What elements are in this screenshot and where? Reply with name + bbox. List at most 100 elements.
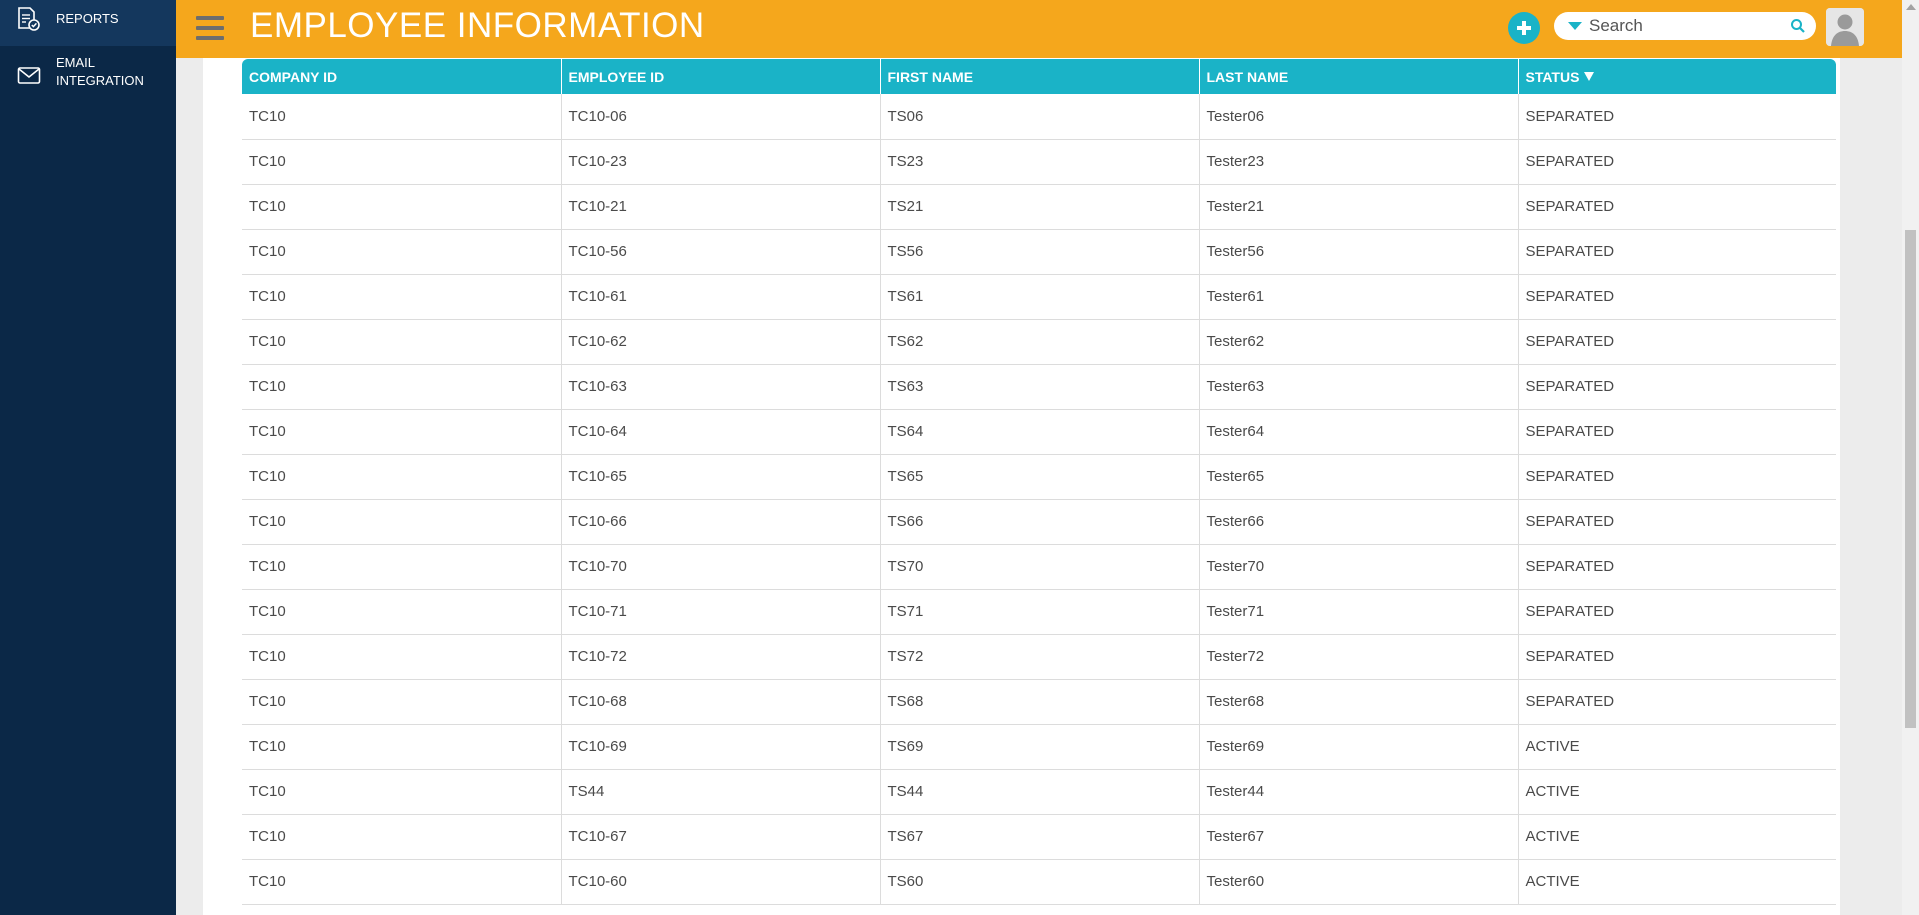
- cell-last-name: Tester67: [1199, 814, 1519, 860]
- envelope-icon: [16, 63, 42, 89]
- cell-status: SEPARATED: [1518, 274, 1836, 320]
- cell-first-name: TS65: [880, 454, 1200, 500]
- cell-last-name: Tester63: [1199, 364, 1519, 410]
- user-avatar[interactable]: [1826, 8, 1864, 46]
- table-row[interactable]: TC10 TC10-71 TS71 Tester71 SEPARATED: [242, 589, 1836, 635]
- table-row[interactable]: TC10 TC10-66 TS66 Tester66 SEPARATED: [242, 499, 1836, 545]
- cell-last-name: Tester06: [1199, 94, 1519, 140]
- cell-first-name: TS63: [880, 364, 1200, 410]
- cell-last-name: Tester61: [1199, 274, 1519, 320]
- employee-table-container: COMPANY ID EMPLOYEE ID FIRST NAME LAST N…: [242, 59, 1836, 905]
- scroll-up-arrow-icon[interactable]: [1906, 4, 1916, 10]
- cell-employee-id: TC10-70: [561, 544, 881, 590]
- cell-company-id: TC10: [242, 544, 562, 590]
- table-row[interactable]: TC10 TC10-61 TS61 Tester61 SEPARATED: [242, 274, 1836, 320]
- cell-first-name: TS23: [880, 139, 1200, 185]
- cell-status: SEPARATED: [1518, 409, 1836, 455]
- cell-employee-id: TC10-68: [561, 679, 881, 725]
- cell-status: ACTIVE: [1518, 769, 1836, 815]
- column-header-company-id[interactable]: COMPANY ID: [242, 59, 562, 94]
- cell-first-name: TS69: [880, 724, 1200, 770]
- column-header-status[interactable]: STATUS: [1518, 59, 1836, 94]
- table-row[interactable]: TC10 TC10-68 TS68 Tester68 SEPARATED: [242, 679, 1836, 725]
- cell-first-name: TS44: [880, 769, 1200, 815]
- cell-last-name: Tester72: [1199, 634, 1519, 680]
- column-header-label: FIRST NAME: [887, 68, 974, 85]
- cell-status: SEPARATED: [1518, 499, 1836, 545]
- cell-employee-id: TC10-69: [561, 724, 881, 770]
- cell-last-name: Tester56: [1199, 229, 1519, 275]
- cell-first-name: TS66: [880, 499, 1200, 545]
- vertical-scrollbar[interactable]: [1902, 0, 1919, 915]
- sidebar-item-reports[interactable]: REPORTS: [0, 0, 176, 46]
- table-row[interactable]: TC10 TC10-72 TS72 Tester72 SEPARATED: [242, 634, 1836, 680]
- hamburger-menu-icon[interactable]: [196, 14, 226, 42]
- table-row[interactable]: TC10 TC10-63 TS63 Tester63 SEPARATED: [242, 364, 1836, 410]
- scrollbar-thumb[interactable]: [1905, 230, 1916, 728]
- sidebar: REPORTS EMAIL INTEGRATION: [0, 0, 176, 915]
- cell-last-name: Tester44: [1199, 769, 1519, 815]
- cell-company-id: TC10: [242, 814, 562, 860]
- column-header-label: EMPLOYEE ID: [568, 68, 665, 85]
- cell-last-name: Tester68: [1199, 679, 1519, 725]
- report-icon: [16, 6, 42, 32]
- cell-employee-id: TC10-63: [561, 364, 881, 410]
- cell-last-name: Tester65: [1199, 454, 1519, 500]
- search-filter-dropdown-icon[interactable]: [1568, 22, 1582, 30]
- cell-employee-id: TC10-64: [561, 409, 881, 455]
- column-header-label: STATUS: [1525, 68, 1580, 85]
- cell-status: SEPARATED: [1518, 319, 1836, 365]
- cell-employee-id: TC10-65: [561, 454, 881, 500]
- column-header-last-name[interactable]: LAST NAME: [1199, 59, 1519, 94]
- cell-company-id: TC10: [242, 184, 562, 230]
- search-icon[interactable]: [1790, 18, 1806, 34]
- top-header: EMPLOYEE INFORMATION: [176, 0, 1902, 58]
- cell-last-name: Tester21: [1199, 184, 1519, 230]
- cell-company-id: TC10: [242, 274, 562, 320]
- add-button[interactable]: [1508, 12, 1540, 44]
- cell-last-name: Tester69: [1199, 724, 1519, 770]
- cell-first-name: TS67: [880, 814, 1200, 860]
- table-row[interactable]: TC10 TC10-56 TS56 Tester56 SEPARATED: [242, 229, 1836, 275]
- table-row[interactable]: TC10 TS44 TS44 Tester44 ACTIVE: [242, 769, 1836, 815]
- column-header-first-name[interactable]: FIRST NAME: [880, 59, 1200, 94]
- cell-status: SEPARATED: [1518, 184, 1836, 230]
- cell-first-name: TS62: [880, 319, 1200, 365]
- column-header-employee-id[interactable]: EMPLOYEE ID: [561, 59, 881, 94]
- cell-company-id: TC10: [242, 409, 562, 455]
- table-row[interactable]: TC10 TC10-65 TS65 Tester65 SEPARATED: [242, 454, 1836, 500]
- table-header-row: COMPANY ID EMPLOYEE ID FIRST NAME LAST N…: [242, 59, 1836, 94]
- table-row[interactable]: TC10 TC10-06 TS06 Tester06 SEPARATED: [242, 94, 1836, 140]
- sidebar-item-label: EMAIL INTEGRATION: [56, 55, 144, 88]
- cell-employee-id: TC10-71: [561, 589, 881, 635]
- table-row[interactable]: TC10 TC10-62 TS62 Tester62 SEPARATED: [242, 319, 1836, 365]
- cell-company-id: TC10: [242, 139, 562, 185]
- app-window: REPORTS EMAIL INTEGRATION EMPLOYEE INFOR…: [0, 0, 1919, 915]
- cell-company-id: TC10: [242, 769, 562, 815]
- cell-first-name: TS21: [880, 184, 1200, 230]
- cell-company-id: TC10: [242, 364, 562, 410]
- cell-company-id: TC10: [242, 229, 562, 275]
- search-input[interactable]: [1589, 15, 1779, 37]
- table-row[interactable]: TC10 TC10-69 TS69 Tester69 ACTIVE: [242, 724, 1836, 770]
- table-row[interactable]: TC10 TC10-23 TS23 Tester23 SEPARATED: [242, 139, 1836, 185]
- employee-table: COMPANY ID EMPLOYEE ID FIRST NAME LAST N…: [242, 59, 1836, 905]
- cell-employee-id: TC10-67: [561, 814, 881, 860]
- cell-last-name: Tester64: [1199, 409, 1519, 455]
- cell-first-name: TS61: [880, 274, 1200, 320]
- table-row[interactable]: TC10 TC10-60 TS60 Tester60 ACTIVE: [242, 859, 1836, 905]
- sidebar-item-email-integration[interactable]: EMAIL INTEGRATION: [0, 46, 176, 102]
- page-title: EMPLOYEE INFORMATION: [250, 6, 705, 45]
- column-header-label: COMPANY ID: [249, 68, 338, 85]
- table-row[interactable]: TC10 TC10-67 TS67 Tester67 ACTIVE: [242, 814, 1836, 860]
- cell-status: SEPARATED: [1518, 544, 1836, 590]
- cell-last-name: Tester71: [1199, 589, 1519, 635]
- table-row[interactable]: TC10 TC10-21 TS21 Tester21 SEPARATED: [242, 184, 1836, 230]
- table-row[interactable]: TC10 TC10-64 TS64 Tester64 SEPARATED: [242, 409, 1836, 455]
- table-row[interactable]: TC10 TC10-70 TS70 Tester70 SEPARATED: [242, 544, 1836, 590]
- cell-employee-id: TC10-66: [561, 499, 881, 545]
- cell-company-id: TC10: [242, 859, 562, 905]
- cell-company-id: TC10: [242, 319, 562, 365]
- cell-employee-id: TC10-06: [561, 94, 881, 140]
- cell-company-id: TC10: [242, 454, 562, 500]
